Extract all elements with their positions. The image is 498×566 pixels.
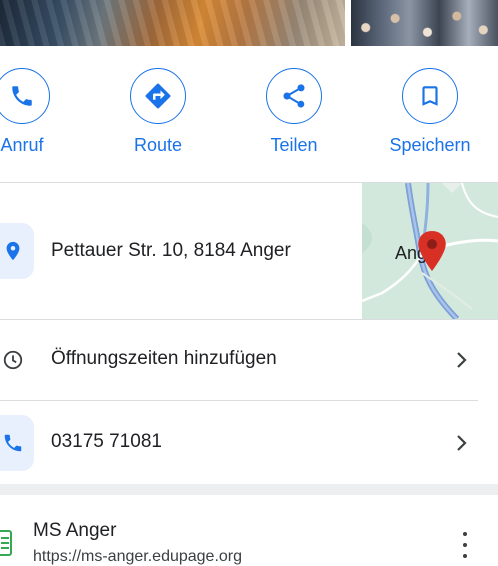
route-button-circle[interactable] bbox=[130, 68, 186, 124]
website-title[interactable]: MS Anger bbox=[33, 520, 116, 542]
call-button-circle[interactable] bbox=[0, 68, 50, 124]
save-button-circle[interactable] bbox=[402, 68, 458, 124]
share-button-label[interactable]: Teilen bbox=[234, 135, 354, 156]
map-thumbnail[interactable]: Anger bbox=[362, 183, 498, 319]
photo-strip[interactable] bbox=[0, 0, 498, 46]
save-button-label[interactable]: Speichern bbox=[370, 135, 490, 156]
website-url[interactable]: https://ms-anger.edupage.org bbox=[33, 548, 242, 566]
chevron-right-icon[interactable] bbox=[455, 352, 469, 368]
hours-icon-chip bbox=[0, 332, 34, 388]
hours-text[interactable]: Öffnungszeiten hinzufügen bbox=[51, 348, 277, 370]
phone-text[interactable]: 03175 71081 bbox=[51, 431, 162, 453]
call-button-label[interactable]: Anruf bbox=[0, 135, 82, 156]
share-button-circle[interactable] bbox=[266, 68, 322, 124]
more-options-icon[interactable] bbox=[455, 532, 475, 558]
place-photo[interactable] bbox=[0, 0, 345, 46]
phone-icon-chip bbox=[0, 415, 34, 471]
location-pin-icon bbox=[6, 241, 20, 261]
address-row[interactable]: Pettauer Str. 10, 8184 Anger bbox=[0, 183, 362, 319]
phone-icon bbox=[4, 434, 22, 452]
save-button[interactable]: Speichern bbox=[370, 68, 490, 156]
call-button[interactable]: Anruf bbox=[0, 68, 82, 156]
section-divider bbox=[0, 484, 498, 495]
phone-row[interactable]: 03175 71081 bbox=[0, 401, 498, 483]
bookmark-icon bbox=[422, 86, 438, 106]
share-button[interactable]: Teilen bbox=[234, 68, 354, 156]
route-button[interactable]: Route bbox=[98, 68, 218, 156]
map-pin-icon bbox=[418, 231, 446, 271]
clock-icon bbox=[3, 350, 23, 370]
favicon-icon bbox=[0, 530, 12, 556]
phone-icon bbox=[12, 86, 32, 106]
route-button-label[interactable]: Route bbox=[98, 135, 218, 156]
directions-icon bbox=[145, 83, 171, 109]
place-photo-crowd[interactable] bbox=[351, 0, 498, 46]
hours-row[interactable]: Öffnungszeiten hinzufügen bbox=[0, 320, 498, 400]
chevron-right-icon[interactable] bbox=[455, 435, 469, 451]
address-icon-chip bbox=[0, 223, 34, 279]
address-text[interactable]: Pettauer Str. 10, 8184 Anger bbox=[51, 240, 291, 262]
action-bar: Anruf Route Teilen Speichern bbox=[0, 68, 498, 168]
share-icon bbox=[283, 84, 305, 108]
